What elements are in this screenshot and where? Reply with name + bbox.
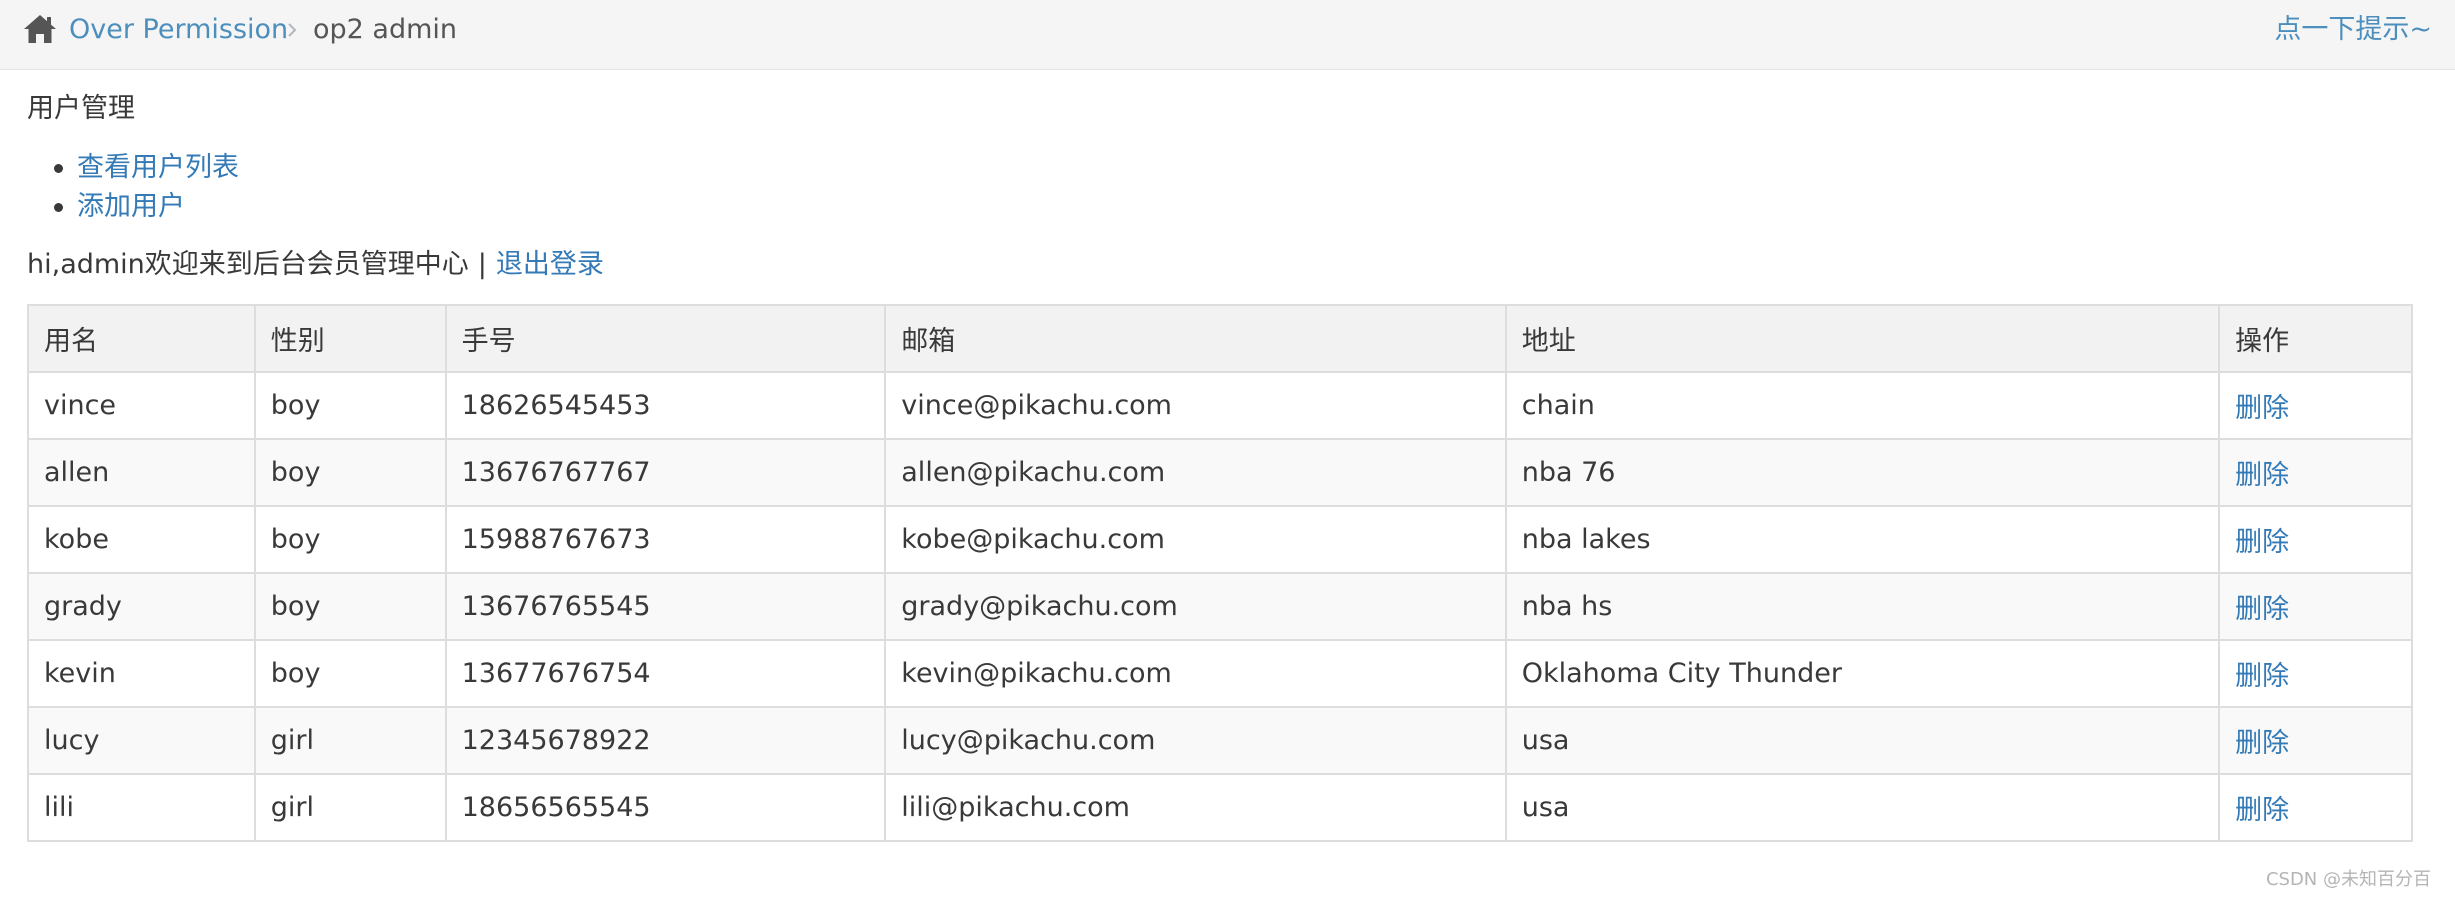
breadcrumb-link-over-permission[interactable]: Over Permission [69, 12, 288, 48]
add-user-link[interactable]: 添加用户 [77, 191, 185, 222]
table-row: grady boy 13676765545 grady@pikachu.com … [27, 572, 2413, 641]
cell-phone: 12345678922 [444, 706, 887, 775]
cell-phone: 15988767673 [444, 505, 887, 574]
table-row: lucy girl 12345678922 lucy@pikachu.com u… [27, 706, 2413, 775]
header-name: 用名 [27, 304, 256, 373]
menu-item-add-user: 添加用户 [27, 187, 239, 226]
cell-email: kobe@pikachu.com [884, 505, 1507, 574]
cell-email: lili@pikachu.com [884, 773, 1507, 842]
delete-link[interactable]: 删除 [2235, 661, 2289, 692]
page: Over Permission op2 admin 点一下提示~ 用户管理 查看… [0, 0, 2455, 900]
cell-sex: boy [253, 371, 447, 440]
cell-action: 删除 [2218, 773, 2413, 842]
breadcrumb-current: op2 admin [313, 14, 458, 45]
menu-item-view-users: 查看用户列表 [27, 148, 239, 187]
cell-action: 删除 [2218, 505, 2413, 574]
table-row: kevin boy 13677676754 kevin@pikachu.com … [27, 639, 2413, 708]
logout-link[interactable]: 退出登录 [496, 249, 604, 280]
bullet-icon [54, 164, 63, 173]
cell-address: usa [1504, 706, 2221, 775]
breadcrumb: Over Permission op2 admin 点一下提示~ [0, 0, 2455, 70]
header-address: 地址 [1504, 304, 2221, 373]
cell-email: grady@pikachu.com [884, 572, 1507, 641]
delete-link[interactable]: 删除 [2235, 527, 2289, 558]
welcome-line: hi,admin欢迎来到后台会员管理中心 | 退出登录 [27, 247, 604, 283]
hint-link[interactable]: 点一下提示~ [2274, 12, 2432, 48]
header-sex: 性别 [253, 304, 447, 373]
section-title: 用户管理 [27, 93, 135, 124]
cell-phone: 18656565545 [444, 773, 887, 842]
delete-link[interactable]: 删除 [2235, 795, 2289, 826]
header-email: 邮箱 [884, 304, 1507, 373]
home-icon[interactable] [22, 12, 58, 46]
cell-sex: girl [253, 706, 447, 775]
table-header-row: 用名 性别 手号 邮箱 地址 操作 [27, 304, 2413, 373]
cell-address: nba lakes [1504, 505, 2221, 574]
cell-sex: boy [253, 505, 447, 574]
watermark: CSDN @未知百分百 [2265, 869, 2431, 890]
cell-name: grady [27, 572, 256, 641]
cell-address: chain [1504, 371, 2221, 440]
delete-link[interactable]: 删除 [2235, 393, 2289, 424]
cell-name: kevin [27, 639, 256, 708]
cell-address: nba 76 [1504, 438, 2221, 507]
table-row: lili girl 18656565545 lili@pikachu.com u… [27, 773, 2413, 842]
cell-action: 删除 [2218, 706, 2413, 775]
bullet-icon [54, 203, 63, 212]
table-row: allen boy 13676767767 allen@pikachu.com … [27, 438, 2413, 507]
table-row: kobe boy 15988767673 kobe@pikachu.com nb… [27, 505, 2413, 574]
user-menu-list: 查看用户列表 添加用户 [27, 148, 239, 226]
cell-address: nba hs [1504, 572, 2221, 641]
cell-name: vince [27, 371, 256, 440]
header-action: 操作 [2218, 304, 2413, 373]
cell-sex: girl [253, 773, 447, 842]
welcome-text: hi,admin欢迎来到后台会员管理中心 [27, 249, 469, 280]
cell-email: vince@pikachu.com [884, 371, 1507, 440]
cell-email: lucy@pikachu.com [884, 706, 1507, 775]
cell-phone: 13677676754 [444, 639, 887, 708]
cell-sex: boy [253, 639, 447, 708]
cell-action: 删除 [2218, 572, 2413, 641]
cell-name: lucy [27, 706, 256, 775]
cell-phone: 18626545453 [444, 371, 887, 440]
cell-action: 删除 [2218, 438, 2413, 507]
view-user-list-link[interactable]: 查看用户列表 [77, 152, 239, 183]
user-table: 用名 性别 手号 邮箱 地址 操作 vince boy 18626545453 … [27, 304, 2413, 842]
cell-address: usa [1504, 773, 2221, 842]
chevron-right-icon [288, 23, 297, 37]
cell-name: allen [27, 438, 256, 507]
table-row: vince boy 18626545453 vince@pikachu.com … [27, 371, 2413, 440]
cell-name: kobe [27, 505, 256, 574]
cell-email: kevin@pikachu.com [884, 639, 1507, 708]
delete-link[interactable]: 删除 [2235, 594, 2289, 625]
cell-phone: 13676767767 [444, 438, 887, 507]
cell-action: 删除 [2218, 371, 2413, 440]
cell-sex: boy [253, 438, 447, 507]
delete-link[interactable]: 删除 [2235, 460, 2289, 491]
cell-address: Oklahoma City Thunder [1504, 639, 2221, 708]
cell-name: lili [27, 773, 256, 842]
cell-email: allen@pikachu.com [884, 438, 1507, 507]
cell-phone: 13676765545 [444, 572, 887, 641]
delete-link[interactable]: 删除 [2235, 728, 2289, 759]
cell-action: 删除 [2218, 639, 2413, 708]
cell-sex: boy [253, 572, 447, 641]
welcome-separator: | [477, 249, 487, 280]
header-phone: 手号 [444, 304, 887, 373]
